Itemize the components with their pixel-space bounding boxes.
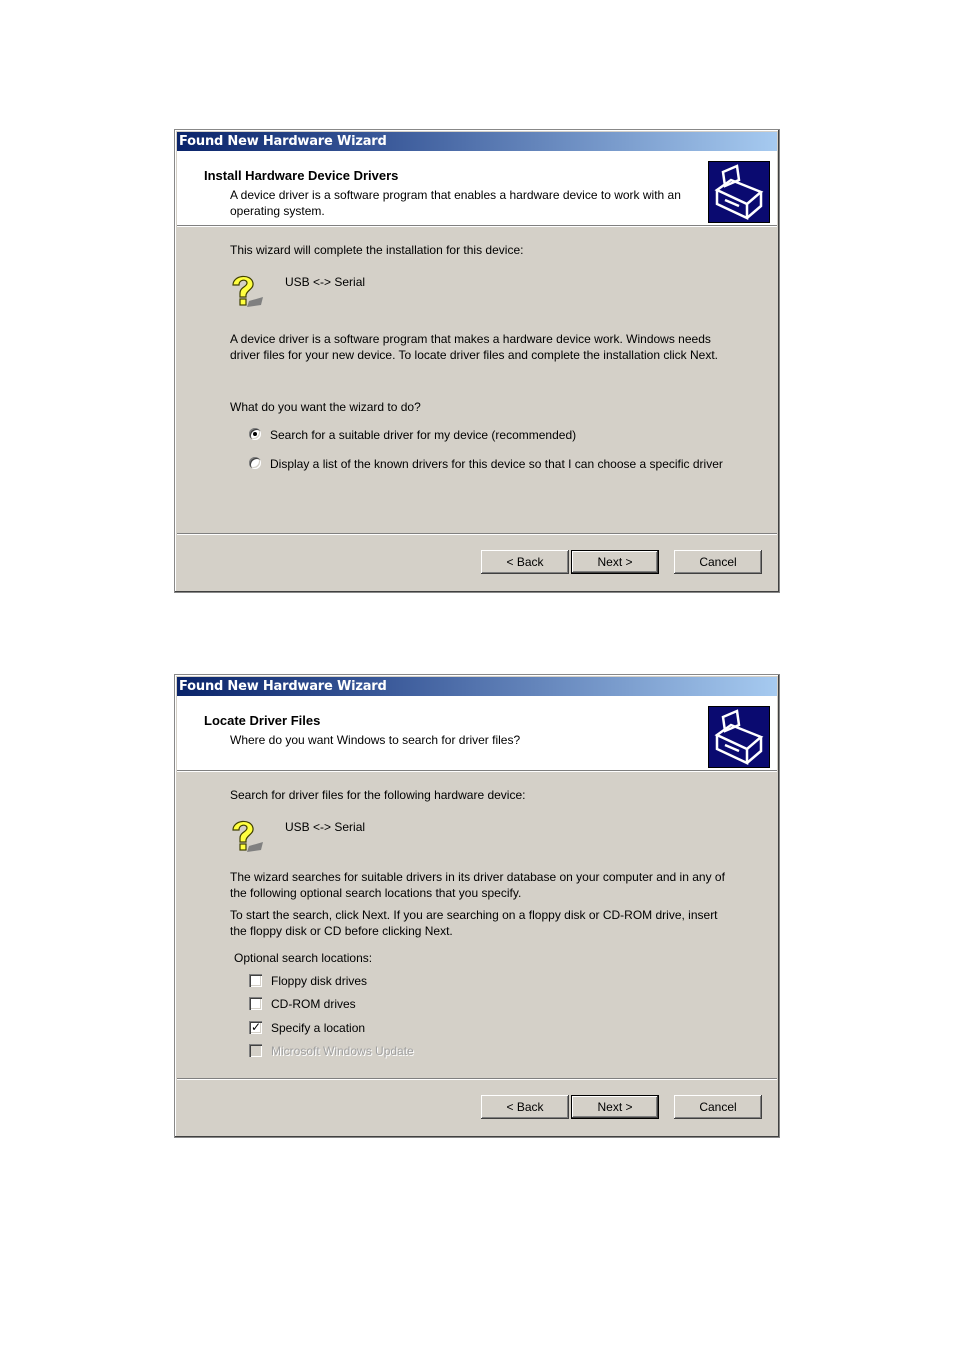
unknown-device-icon [227,816,267,856]
description-text-2: To start the search, click Next. If you … [230,908,718,938]
checkbox-label: Floppy disk drives [271,974,368,988]
description-text: A device driver is a software program th… [230,332,718,362]
separator [177,1078,777,1080]
header-title: Locate Driver Files [204,713,321,728]
intro-text: Search for driver files for the followin… [230,788,526,802]
option-search-driver[interactable]: Search for a suitable driver for my devi… [249,427,576,443]
checkbox-disabled [249,1044,262,1057]
hardware-wizard-icon [708,161,770,223]
radio-button[interactable] [249,457,261,469]
checkbox[interactable] [249,974,262,987]
checkbox-windows-update: Microsoft Windows Update [249,1043,414,1059]
title-bar: Found New Hardware Wizard [177,132,777,151]
next-button[interactable]: Next > [571,550,659,574]
checkbox-specify-location[interactable]: Specify a location [249,1019,366,1036]
back-button[interactable]: < Back [481,1095,569,1119]
locate-driver-files-dialog: Found New Hardware Wizard Locate Driver … [174,674,780,1138]
cancel-button[interactable]: Cancel [674,1095,762,1119]
checkbox-floppy[interactable]: Floppy disk drives [249,973,367,989]
cancel-button[interactable]: Cancel [674,550,762,574]
option-label: Search for a suitable driver for my devi… [270,428,577,442]
checkbox-cdrom[interactable]: CD-ROM drives [249,996,356,1012]
device-name: USB <-> Serial [285,820,366,834]
back-button[interactable]: < Back [481,550,569,574]
next-button[interactable]: Next > [571,1095,659,1119]
wizard-header: Locate Driver Files Where do you want Wi… [177,696,777,772]
question-text: What do you want the wizard to do? [230,400,421,414]
locations-label: Optional search locations: [234,951,373,965]
option-label: Display a list of the known drivers for … [270,457,723,471]
radio-button-selected[interactable] [249,428,261,440]
hardware-wizard-icon [708,706,770,768]
title-bar: Found New Hardware Wizard [177,677,777,696]
checkbox-label: Specify a location [271,1021,366,1035]
header-title: Install Hardware Device Drivers [204,168,399,183]
header-subtitle: Where do you want Windows to search for … [230,733,521,747]
checkbox[interactable] [249,997,262,1010]
intro-text: This wizard will complete the installati… [230,243,524,257]
checkbox-checked[interactable] [249,1019,262,1035]
checkbox-label: CD-ROM drives [271,997,356,1011]
separator [177,533,777,535]
description-text-1: The wizard searches for suitable drivers… [230,870,725,900]
device-name: USB <-> Serial [285,275,366,289]
option-display-list[interactable]: Display a list of the known drivers for … [249,456,729,472]
header-subtitle: A device driver is a software program th… [230,188,681,218]
unknown-device-icon [227,271,267,311]
install-drivers-dialog: Found New Hardware Wizard Install Hardwa… [174,129,780,593]
wizard-header: Install Hardware Device Drivers A device… [177,151,777,227]
checkbox-label: Microsoft Windows Update [271,1044,414,1058]
